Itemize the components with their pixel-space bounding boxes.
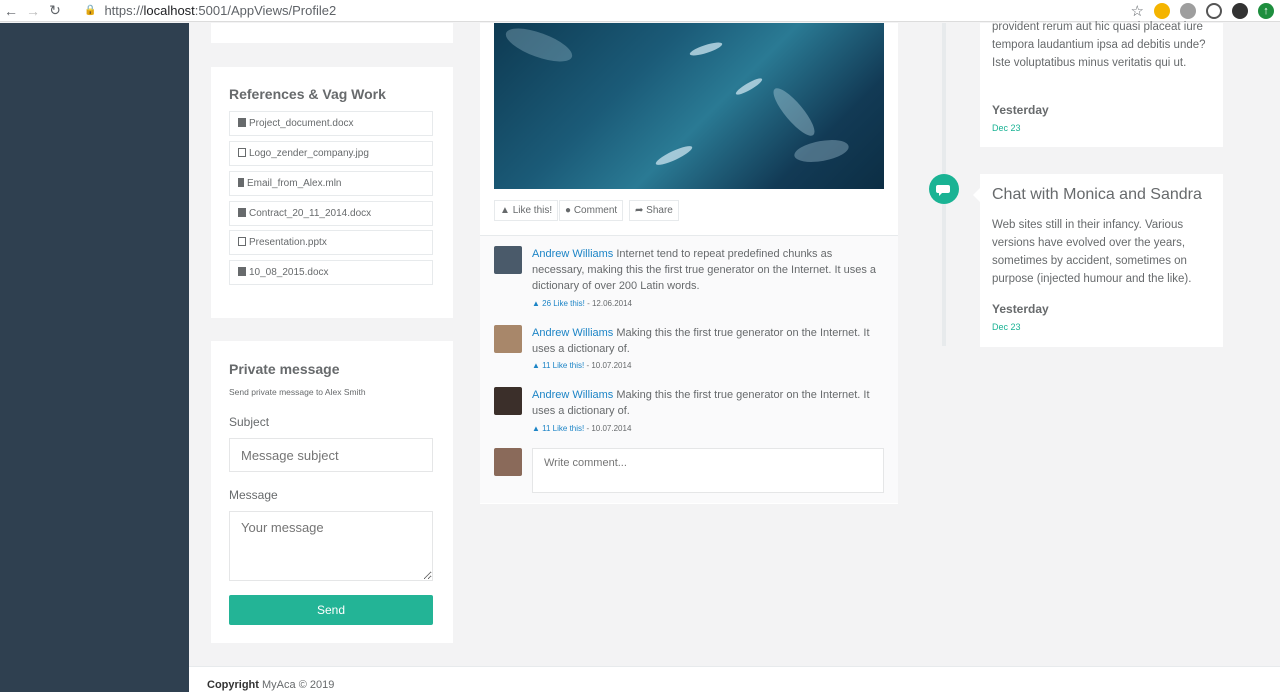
- file-icon: [238, 208, 246, 217]
- post-panel: ▲ Like this! ● Comment ➦ Share Andrew Wi…: [480, 23, 898, 504]
- copyright-label: Copyright: [207, 679, 259, 691]
- fish-shape: [734, 75, 764, 98]
- image-file-icon: [238, 148, 246, 157]
- fish-shape: [653, 142, 695, 169]
- powerpoint-file-icon: [238, 237, 246, 246]
- timeline-when: Yesterday: [992, 103, 1049, 117]
- message-label: Message: [229, 488, 278, 502]
- comment-likes-link[interactable]: ▲ 26 Like this!: [532, 299, 585, 308]
- list-icon: [238, 178, 244, 187]
- file-icon: [238, 118, 246, 127]
- avatar: [494, 448, 522, 476]
- comment-button[interactable]: ● Comment: [559, 200, 624, 221]
- comment-text: Andrew Williams Internet tend to repeat …: [532, 248, 877, 292]
- comments-icon: [929, 174, 959, 204]
- post-photo: [494, 23, 884, 189]
- comment-text: Andrew Williams Making this the first tr…: [532, 389, 870, 417]
- comment-likes-link[interactable]: ▲ 11 Like this!: [532, 361, 584, 370]
- timeline-body: provident rerum aut hic quasi placeat iu…: [992, 21, 1206, 69]
- private-message-title: Private message: [229, 361, 340, 377]
- timeline-body: Web sites still in their infancy. Variou…: [992, 219, 1192, 285]
- back-arrow-icon[interactable]: ←: [0, 3, 22, 19]
- profile-panel-bottom: [211, 23, 453, 43]
- timeline-card: provident rerum aut hic quasi placeat iu…: [980, 21, 1223, 147]
- share-button[interactable]: ➦ Share: [629, 200, 679, 221]
- timeline-date: Dec 23: [992, 322, 1021, 332]
- comments-section: Andrew Williams Internet tend to repeat …: [480, 235, 898, 503]
- timeline-title: Chat with Monica and Sandra: [992, 186, 1202, 203]
- fish-shape: [502, 23, 576, 69]
- address-bar[interactable]: https://localhost:5001/AppViews/Profile2: [104, 3, 336, 18]
- extension-icon[interactable]: ↑: [1258, 3, 1274, 19]
- private-message-panel: Private message Send private message to …: [211, 341, 453, 643]
- comment-author-link[interactable]: Andrew Williams: [532, 327, 613, 339]
- comment-author-link[interactable]: Andrew Williams: [532, 389, 613, 401]
- comment-meta: ▲ 11 Like this! - 10.07.2014: [532, 361, 632, 370]
- avatar: [494, 246, 522, 274]
- write-comment-textarea[interactable]: [532, 448, 884, 493]
- references-title: References & Vag Work: [229, 86, 386, 102]
- file-item[interactable]: Logo_zender_company.jpg: [229, 141, 433, 166]
- like-button[interactable]: ▲ Like this!: [494, 200, 559, 221]
- file-item[interactable]: Email_from_Alex.mln: [229, 171, 433, 196]
- subject-label: Subject: [229, 415, 270, 429]
- profile-avatar-icon[interactable]: [1232, 3, 1248, 19]
- lock-icon: 🔒: [84, 5, 97, 16]
- copyright-text: MyAca © 2019: [262, 679, 335, 691]
- footer: Copyright MyAca © 2019: [189, 666, 1280, 692]
- timeline-card: Chat with Monica and Sandra Web sites st…: [973, 174, 1223, 347]
- file-icon: [238, 267, 246, 276]
- file-item[interactable]: Project_document.docx: [229, 111, 433, 136]
- subject-input[interactable]: [229, 438, 433, 472]
- comment-meta: ▲ 11 Like this! - 10.07.2014: [532, 424, 632, 433]
- left-sidebar: [0, 23, 189, 692]
- comments-icon: ●: [565, 205, 572, 216]
- message-textarea[interactable]: [229, 511, 433, 581]
- private-message-subtitle: Send private message to Alex Smith: [229, 387, 366, 397]
- comment-author-link[interactable]: Andrew Williams: [532, 248, 613, 260]
- file-item[interactable]: 10_08_2015.docx: [229, 260, 433, 285]
- thumbs-up-icon: ▲: [500, 205, 510, 216]
- comment-meta: ▲ 26 Like this! - 12.06.2014: [532, 299, 632, 308]
- extension-icon[interactable]: [1206, 3, 1222, 19]
- fish-shape: [767, 83, 821, 141]
- fish-shape: [792, 136, 851, 166]
- comment-text: Andrew Williams Making this the first tr…: [532, 327, 870, 355]
- comment-likes-link[interactable]: ▲ 11 Like this!: [532, 424, 584, 433]
- timeline-when: Yesterday: [992, 302, 1049, 316]
- forward-arrow-icon[interactable]: →: [22, 3, 44, 19]
- share-icon: ➦: [635, 205, 644, 216]
- fish-shape: [688, 39, 724, 59]
- references-panel: References & Vag Work Project_document.d…: [211, 67, 453, 318]
- extension-icon[interactable]: [1154, 3, 1170, 19]
- reload-icon[interactable]: ↻: [44, 2, 66, 19]
- file-item[interactable]: Presentation.pptx: [229, 230, 433, 255]
- timeline-date: Dec 23: [992, 123, 1021, 133]
- avatar: [494, 387, 522, 415]
- avatar: [494, 325, 522, 353]
- send-button[interactable]: Send: [229, 595, 433, 625]
- file-item[interactable]: Contract_20_11_2014.docx: [229, 201, 433, 226]
- extension-icon[interactable]: [1180, 3, 1196, 19]
